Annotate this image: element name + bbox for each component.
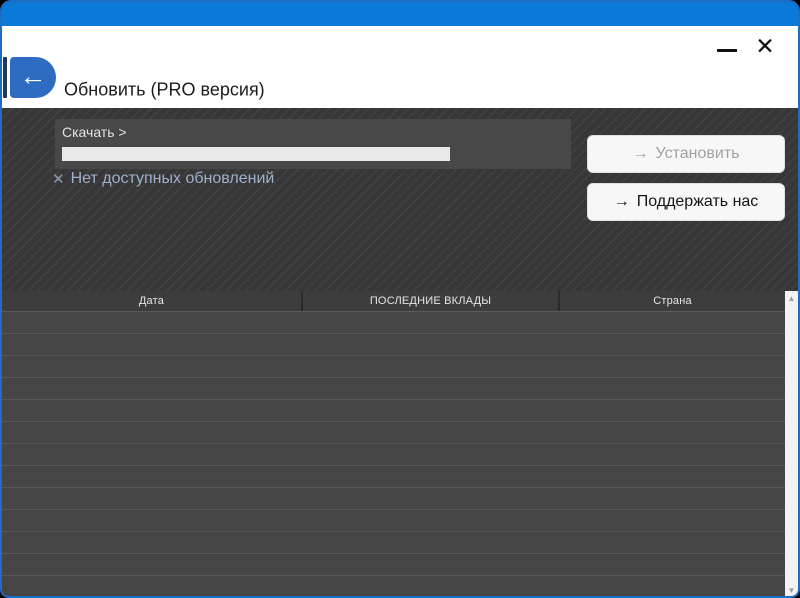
download-panel: Скачать > [55,119,571,169]
header-cell-date[interactable]: Дата [2,291,303,311]
table-row [2,400,785,422]
table-row [2,356,785,378]
table-row [2,576,785,596]
table-row [2,378,785,400]
table-row [2,312,785,334]
arrow-right-icon: → [613,193,630,210]
table-row [2,532,785,554]
page-title: Обновить (PRO версия) [64,79,265,100]
arrow-right-icon: → [632,145,649,162]
screen-background: ← Обновить (PRO версия) ✕ Скачать > ✕ Не… [0,0,800,598]
header-cell-deposits[interactable]: ПОСЛЕДНИЕ ВКЛАДЫ [303,291,560,311]
status-text: Нет доступных обновлений [70,170,275,187]
close-icon: ✕ [755,32,775,59]
scrollbar[interactable]: ▲ ▼ [785,291,798,596]
table-row [2,466,785,488]
scroll-track[interactable] [785,306,798,583]
update-section: Скачать > ✕ Нет доступных обновлений → У… [2,108,798,291]
table-row [2,334,785,356]
status-message: ✕ Нет доступных обновлений [52,170,274,188]
support-button[interactable]: → Поддержать нас [587,183,785,221]
table-row [2,510,785,532]
back-button[interactable]: ← [10,57,56,98]
app-window: ← Обновить (PRO версия) ✕ Скачать > ✕ Не… [0,0,800,598]
back-arrow-icon: ← [19,60,47,91]
deposits-table: Дата ПОСЛЕДНИЕ ВКЛАДЫ Страна ▲ ▼ [2,291,798,596]
table-row [2,444,785,466]
table-row [2,422,785,444]
download-progressbar [62,147,450,161]
minimize-button[interactable] [712,31,742,61]
scroll-down-button[interactable]: ▼ [785,583,798,596]
back-accent-bar [3,57,7,98]
install-button-label: Установить [655,145,740,162]
close-button[interactable]: ✕ [750,31,780,61]
table-row [2,554,785,576]
table-row [2,488,785,510]
titlebar[interactable] [2,2,798,26]
table-header: Дата ПОСЛЕДНИЕ ВКЛАДЫ Страна [2,291,798,312]
support-button-label: Поддержать нас [636,193,759,210]
scroll-up-button[interactable]: ▲ [785,291,798,306]
header-cell-country[interactable]: Страна [560,291,785,311]
table-body [2,312,785,596]
window-controls: ✕ [712,31,780,61]
install-button[interactable]: → Установить [587,135,785,173]
status-x-icon: ✕ [52,171,65,188]
minimize-icon [717,48,737,52]
download-label: Скачать > [62,124,127,140]
page-header: ← Обновить (PRO версия) ✕ [2,26,798,108]
